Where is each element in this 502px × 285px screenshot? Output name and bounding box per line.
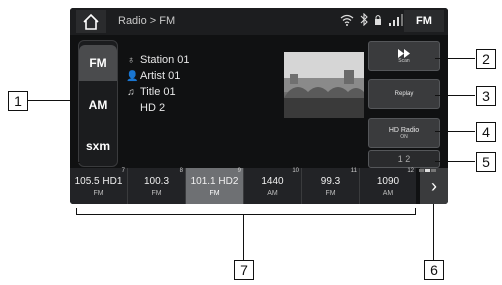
band-button-am[interactable]: AM [79, 87, 117, 123]
preset-button-selected[interactable]: 9 101.1 HD2 FM [186, 168, 244, 204]
page-indicator[interactable]: 1 2 [368, 150, 440, 168]
song-title: Title 01 [140, 86, 176, 98]
station-row: ♁ Station 01 [126, 52, 190, 68]
current-band-chip: FM [404, 10, 444, 32]
scan-button[interactable]: Scan [368, 41, 440, 71]
band-selector: FM AM sxm [78, 40, 118, 167]
title-row: ♫ Title 01 [126, 84, 190, 100]
radio-screen: Radio > FM FM FM AM sxm ♁ Station 01 👤 A… [70, 8, 448, 204]
chevron-right-icon: › [431, 175, 437, 196]
page-indicator-label: 1 2 [397, 154, 411, 164]
replay-label: Replay [394, 91, 414, 97]
preset-button[interactable]: 12 1090 AM [360, 168, 416, 204]
callout-5: 5 [476, 152, 496, 172]
preset-button[interactable]: 10 1440 AM [244, 168, 302, 204]
signal-icon [388, 13, 404, 30]
callout-4: 4 [476, 122, 496, 142]
home-icon [83, 13, 99, 30]
preset-bar: 7 105.5 HD1 FM 8 100.3 FM 9 101.1 HD2 FM… [70, 168, 416, 204]
home-button[interactable] [76, 10, 106, 33]
preset-button[interactable]: 11 99.3 FM [302, 168, 360, 204]
station-icon: ♁ [127, 54, 135, 66]
callout-7: 7 [234, 260, 254, 280]
hd-radio-button[interactable]: HD Radio ON [368, 118, 440, 148]
scan-label: Scan [398, 57, 410, 64]
artist-icon: 👤 [126, 70, 139, 82]
status-icons [340, 12, 404, 30]
hd-channel: HD 2 [140, 102, 166, 114]
bluetooth-icon [360, 12, 368, 30]
top-bar: Radio > FM FM [70, 8, 448, 35]
wifi-icon [340, 14, 354, 30]
next-presets-button[interactable]: › [420, 168, 448, 204]
lock-icon [374, 14, 382, 30]
callout-3: 3 [476, 86, 496, 106]
hd-radio-state: ON [400, 133, 408, 140]
station-name: Station 01 [140, 54, 190, 66]
hd-row: HD 2 [126, 100, 190, 116]
preset-button[interactable]: 8 100.3 FM [128, 168, 186, 204]
callout-1: 1 [8, 91, 28, 111]
band-button-sxm[interactable]: sxm [79, 128, 117, 164]
album-art [284, 52, 364, 118]
replay-button[interactable]: Replay [368, 79, 440, 109]
hd-radio-label: HD Radio [388, 126, 420, 134]
artist-row: 👤 Artist 01 [126, 68, 190, 84]
fast-forward-icon [398, 48, 410, 58]
preset-page-dots [419, 169, 436, 172]
preset-button[interactable]: 7 105.5 HD1 FM [70, 168, 128, 204]
callout-2: 2 [476, 49, 496, 69]
breadcrumb: Radio > FM [118, 15, 176, 27]
band-button-fm[interactable]: FM [79, 45, 117, 81]
music-note-icon: ♫ [127, 86, 135, 98]
artist-name: Artist 01 [140, 70, 181, 82]
station-info: ♁ Station 01 👤 Artist 01 ♫ Title 01 HD 2 [126, 52, 190, 116]
callout-6: 6 [424, 260, 444, 280]
